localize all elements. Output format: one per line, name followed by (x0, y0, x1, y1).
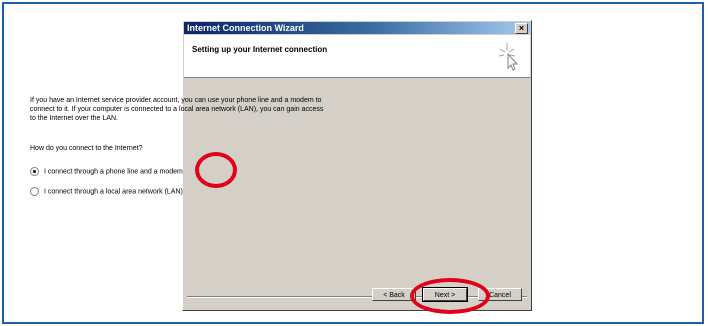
radio-button-lan[interactable] (30, 187, 39, 196)
page-title: Setting up your Internet connection (192, 45, 328, 54)
radio-button-modem[interactable] (30, 167, 39, 176)
titlebar: Internet Connection Wizard × (184, 22, 530, 34)
window-title: Internet Connection Wizard (187, 23, 304, 33)
highlight-circle-radio (195, 152, 237, 188)
intro-text: If you have an Internet service provider… (30, 97, 324, 122)
radio-option-lan[interactable]: I connect through a local area network (… (30, 187, 183, 196)
radio-label-modem: I connect through a phone line and a mod… (43, 168, 183, 176)
close-icon[interactable]: × (515, 23, 528, 34)
header-panel: Setting up your Internet connection (184, 35, 530, 78)
connection-question: How do you connect to the Internet? (30, 145, 143, 152)
highlight-circle-next (410, 278, 490, 314)
radio-label-lan: I connect through a local area network (… (43, 188, 183, 196)
radio-option-modem[interactable]: I connect through a phone line and a mod… (30, 167, 183, 176)
wizard-pointer-icon (498, 43, 519, 71)
intro-text-block: If you have an Internet service provider… (30, 96, 330, 123)
